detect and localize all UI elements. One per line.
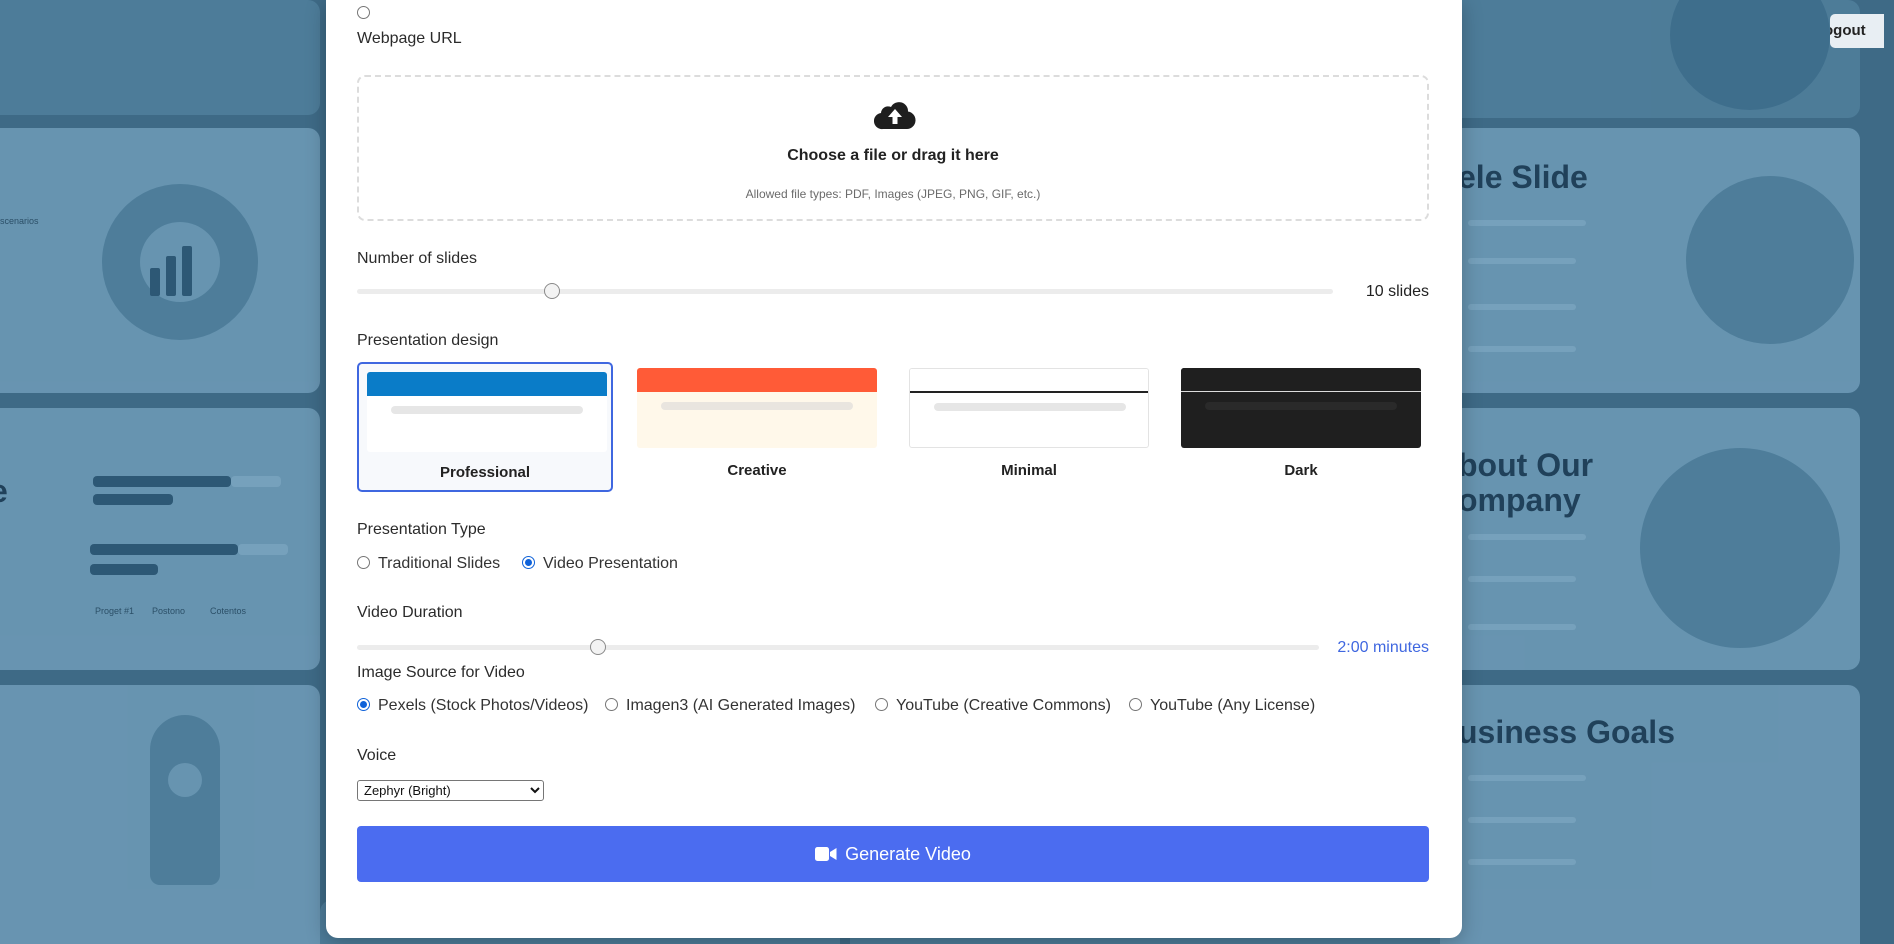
source-youtube-cc-option[interactable]: YouTube (Creative Commons) [875, 697, 1111, 715]
source-pexels-radio[interactable] [357, 697, 370, 711]
bg-table-header-2: Postono [152, 606, 186, 616]
source-youtube-cc-label: YouTube (Creative Commons) [896, 697, 1111, 714]
design-preview-creative [637, 368, 877, 448]
bg-slide-letter: e [0, 473, 8, 509]
type-traditional-label: Traditional Slides [378, 555, 501, 572]
bg-slide-chart: scenarios [0, 128, 320, 393]
logout-button[interactable]: ogout [1830, 14, 1884, 48]
source-pexels-option[interactable]: Pexels (Stock Photos/Videos) [357, 697, 588, 715]
generate-video-button[interactable]: Generate Video [357, 826, 1429, 882]
design-name-professional: Professional [439, 464, 531, 481]
design-preview-professional [367, 372, 607, 452]
type-label: Presentation Type [357, 521, 486, 538]
video-camera-icon [815, 846, 837, 861]
design-option-creative[interactable]: Creative [637, 362, 893, 492]
type-video-option[interactable]: Video Presentation [522, 555, 678, 573]
design-label: Presentation design [357, 332, 499, 349]
duration-slider-track[interactable] [357, 645, 1319, 650]
dropzone-title: Choose a file or drag it here [787, 147, 999, 164]
design-preview-minimal [909, 368, 1149, 448]
design-option-dark[interactable]: Dark [1181, 362, 1437, 492]
design-option-professional[interactable]: Professional [357, 362, 613, 492]
design-preview-dark [1181, 368, 1421, 448]
slides-slider-thumb[interactable] [544, 283, 561, 299]
source-pexels-label: Pexels (Stock Photos/Videos) [378, 697, 589, 714]
type-traditional-option[interactable]: Traditional Slides [357, 555, 500, 573]
slides-label: Number of slides [357, 250, 478, 267]
bg-slide-about-text: bout Our ompany [1458, 447, 1594, 519]
source-youtube-any-option[interactable]: YouTube (Any License) [1129, 697, 1315, 715]
cloud-upload-icon [874, 102, 916, 130]
generate-video-label: Generate Video [845, 844, 971, 864]
webpage-url-radio[interactable] [357, 6, 370, 19]
design-name-dark: Dark [1284, 462, 1318, 479]
design-option-minimal[interactable]: Minimal [909, 362, 1165, 492]
slides-value: 10 slides [1365, 283, 1429, 300]
bg-table-header-3: Cotentos [210, 606, 247, 616]
bg-slide-about: bout Our ompany [1440, 408, 1860, 670]
design-name-creative: Creative [727, 462, 787, 479]
file-dropzone[interactable]: Choose a file or drag it here Allowed fi… [357, 75, 1429, 221]
bg-slide-rocket [0, 685, 320, 944]
bg-table-header-1: Proget #1 [95, 606, 135, 616]
create-presentation-modal: Webpage URL Choose a file or drag it her… [326, 0, 1462, 938]
duration-value: 2:00 minutes [1337, 639, 1429, 656]
duration-label: Video Duration [357, 604, 463, 621]
source-youtube-any-label: YouTube (Any License) [1150, 697, 1316, 714]
bg-slide-goals: usiness Goals [1440, 685, 1860, 944]
type-video-label: Video Presentation [543, 555, 678, 572]
source-youtube-any-radio[interactable] [1129, 697, 1142, 711]
type-traditional-radio[interactable] [357, 555, 370, 569]
source-youtube-cc-radio[interactable] [875, 697, 888, 711]
duration-slider-thumb[interactable] [589, 639, 606, 655]
dropzone-hint: Allowed file types: PDF, Images (JPEG, P… [745, 187, 1041, 201]
voice-select[interactable]: Zephyr (Bright) [357, 780, 544, 801]
bg-slide-goals-text: usiness Goals [1458, 714, 1675, 750]
design-name-minimal: Minimal [1001, 462, 1057, 479]
bg-slide-title-text: ele Slide [1458, 159, 1588, 195]
bg-slide-title: ele Slide [1440, 128, 1860, 393]
webpage-url-label: Webpage URL [357, 30, 462, 47]
bg-slide-top-left [0, 0, 320, 115]
bg-slide-table: e Proget #1 Postono Cotentos [0, 408, 320, 670]
image-source-label: Image Source for Video [357, 664, 525, 681]
source-imagen3-label: Imagen3 (AI Generated Images) [626, 697, 856, 714]
bg-slide-top-right [1440, 0, 1860, 118]
type-video-radio[interactable] [522, 555, 535, 569]
slides-slider-track[interactable] [357, 289, 1333, 294]
voice-label: Voice [357, 747, 397, 764]
source-imagen3-option[interactable]: Imagen3 (AI Generated Images) [605, 697, 855, 715]
source-imagen3-radio[interactable] [605, 697, 618, 711]
